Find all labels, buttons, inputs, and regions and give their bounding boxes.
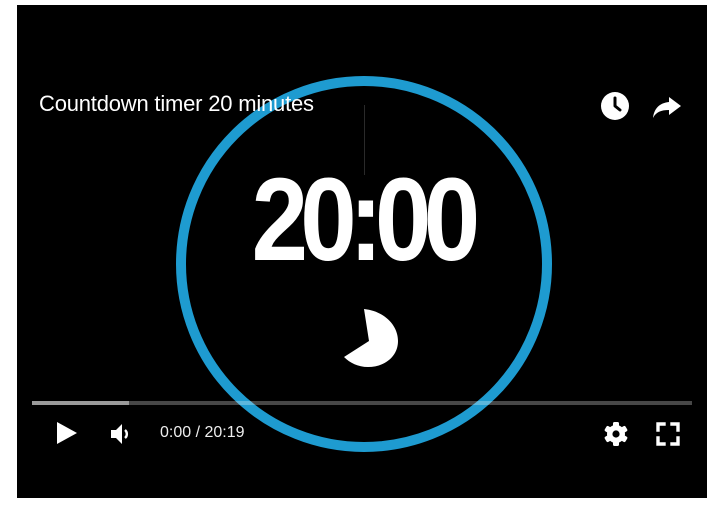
volume-button[interactable]: [109, 422, 135, 446]
page: Countdown timer 20 minutes 20:00 0:00 / …: [0, 0, 716, 521]
gear-icon: [604, 422, 628, 446]
share-button[interactable]: [650, 89, 684, 123]
volume-icon: [111, 424, 129, 444]
countdown-display: 20:00: [251, 154, 481, 286]
time-display: 0:00 / 20:19: [160, 424, 245, 441]
video-player[interactable]: Countdown timer 20 minutes 20:00 0:00 / …: [17, 5, 707, 498]
watch-later-button[interactable]: [598, 89, 632, 123]
clock-icon: [601, 92, 629, 120]
share-arrow-icon: [653, 97, 681, 118]
progress-buffer: [32, 401, 130, 405]
play-button[interactable]: [53, 420, 79, 446]
play-icon: [57, 422, 77, 444]
fullscreen-icon: [656, 422, 680, 446]
video-title[interactable]: Countdown timer 20 minutes: [39, 91, 314, 117]
fullscreen-button[interactable]: [655, 421, 681, 447]
progress-bar[interactable]: [32, 401, 692, 405]
pie-timer-icon: [344, 309, 398, 367]
settings-button[interactable]: [603, 421, 629, 447]
